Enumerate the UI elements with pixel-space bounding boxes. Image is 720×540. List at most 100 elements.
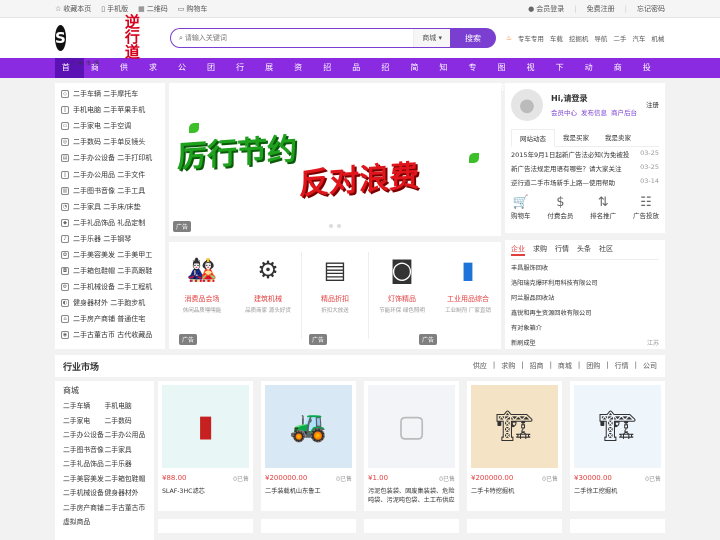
- market-category[interactable]: 二手箱包鞋帽: [105, 473, 147, 483]
- market-link[interactable]: 公司: [643, 361, 657, 371]
- tab-seller[interactable]: 我是卖家: [597, 129, 639, 146]
- market-link[interactable]: 求购: [501, 361, 515, 371]
- promo-item[interactable]: ▮ 工业用品综合 工业制剂 厂家直销: [435, 242, 501, 349]
- category-item[interactable]: ◇ 二手车辆 二手摩托车: [55, 86, 165, 102]
- tab-buyer[interactable]: 我是买家: [555, 129, 597, 146]
- product-card[interactable]: ▢ ¥1.00 0已售 污泥包装袋、固废集装袋、危险吨袋、污泥吨包袋、土工布供应: [364, 381, 459, 511]
- tab-market[interactable]: 行情: [555, 244, 569, 256]
- category-item[interactable]: ▤ 二手办公设备 二手打印机: [55, 150, 165, 166]
- market-category[interactable]: 二手美容美发: [63, 473, 105, 483]
- market-category[interactable]: 二手图书音像: [63, 444, 105, 454]
- news-item[interactable]: 逆行道二手市场新手上路—使用帮助 03-14: [511, 175, 659, 189]
- rank-promo-button[interactable]: ⇅ 排名推广: [590, 195, 616, 220]
- category-item[interactable]: ✿ 二手美容美发 二手美甲工: [55, 247, 165, 263]
- nav-item[interactable]: 简历: [404, 58, 433, 92]
- category-item[interactable]: ♪ 二手乐器 二手钢琴: [55, 231, 165, 247]
- info-item[interactable]: 有对象箱介: [511, 320, 659, 335]
- market-link[interactable]: 招商: [530, 361, 544, 371]
- market-category[interactable]: 虚拟商品: [63, 516, 105, 526]
- market-category[interactable]: 二手办公设备: [63, 429, 105, 439]
- market-link[interactable]: 供应: [473, 361, 487, 371]
- login-greeting[interactable]: Hi,请登录: [551, 93, 637, 104]
- category-item[interactable]: ◐ 健身器材外 二手跑步机: [55, 295, 165, 311]
- site-logo[interactable]: S 逆行道 二手市场: [55, 10, 165, 67]
- category-item[interactable]: ▯ 二手办公用品 二手文件: [55, 166, 165, 182]
- product-card[interactable]: [570, 519, 665, 533]
- product-card[interactable]: [158, 519, 253, 533]
- search-input[interactable]: [184, 34, 414, 42]
- market-category[interactable]: 二手古董古币: [105, 502, 147, 512]
- ad-placement-button[interactable]: ☷ 广告投放: [633, 195, 659, 220]
- register-link[interactable]: 免费注册: [587, 4, 615, 14]
- product-card[interactable]: 🏗 ¥200000.00 0已售 二手卡特挖掘机: [467, 381, 562, 511]
- info-item[interactable]: 鑫锐和再生资源回收有限公司: [511, 305, 659, 320]
- nav-item[interactable]: 资讯: [287, 58, 316, 92]
- promo-item[interactable]: ▤ 精品折扣 折扣大放送: [302, 242, 368, 349]
- market-link[interactable]: 团购: [586, 361, 600, 371]
- tab-site-news[interactable]: 网站动态: [511, 129, 555, 147]
- nav-item[interactable]: 团购: [200, 58, 229, 92]
- nav-item[interactable]: 招聘: [375, 58, 404, 92]
- promo-item[interactable]: ⚙ 建筑机械 品质商家 源头好货: [235, 242, 301, 349]
- banner-carousel[interactable]: 厉行节约 反对浪费 广告: [169, 83, 501, 236]
- paid-member-button[interactable]: $ 付费会员: [547, 195, 573, 220]
- nav-item[interactable]: 专题: [462, 58, 491, 92]
- hot-link[interactable]: 二手: [613, 33, 626, 43]
- nav-item[interactable]: 图库: [491, 58, 520, 92]
- hot-link[interactable]: 机械: [651, 33, 664, 43]
- forgot-password-link[interactable]: 忘记密码: [637, 4, 665, 14]
- tab-headline[interactable]: 头条: [577, 244, 591, 256]
- cart-button[interactable]: 🛒 购物车: [511, 195, 531, 220]
- product-card[interactable]: [467, 519, 562, 533]
- nav-item[interactable]: 动态: [578, 58, 607, 92]
- hot-link[interactable]: 汽车: [632, 33, 645, 43]
- product-card[interactable]: 🚜 ¥200000.00 0已售 二手装载机山东鲁工: [261, 381, 356, 511]
- merchant-admin-link[interactable]: 商户后台: [611, 107, 637, 117]
- market-category[interactable]: 二手数码: [105, 415, 147, 425]
- category-item[interactable]: ⌂ 二手房产商铺 普通住宅: [55, 311, 165, 327]
- promo-item[interactable]: 🎎 消费品会场 休闲品质嘿嘿能: [169, 242, 235, 349]
- carousel-dot[interactable]: [329, 224, 333, 228]
- market-category[interactable]: 手机电脑: [105, 400, 147, 410]
- nav-item[interactable]: 行情: [229, 58, 258, 92]
- nav-item[interactable]: 展会: [258, 58, 287, 92]
- hot-link[interactable]: 挖掘机: [569, 33, 589, 43]
- hot-link[interactable]: 导航: [594, 33, 607, 43]
- search-button[interactable]: 搜索: [450, 28, 496, 48]
- nav-item[interactable]: 品牌: [345, 58, 374, 92]
- product-card[interactable]: ▮ ¥88.00 0已售 SLAF-3HC滤芯: [158, 381, 253, 511]
- market-category[interactable]: 二手乐器: [105, 458, 147, 468]
- market-category[interactable]: 二手机械设备: [63, 487, 105, 497]
- nav-item[interactable]: 视频: [520, 58, 549, 92]
- hot-link[interactable]: 车载: [550, 33, 563, 43]
- promo-item[interactable]: ◙ 灯饰精品 节能环保 绿色照明: [369, 242, 435, 349]
- news-item[interactable]: 2015年9月1日起新广告法必知(为免被投诉…03-25: [511, 147, 659, 161]
- info-item[interactable]: 丰昌服饰回收: [511, 260, 659, 275]
- category-item[interactable]: ◆ 二手礼品饰品 礼品定制: [55, 215, 165, 231]
- login-link[interactable]: ● 会员登录: [528, 4, 564, 14]
- category-item[interactable]: ⚙ 二手机械设备 二手工程机: [55, 279, 165, 295]
- nav-item[interactable]: 投票: [636, 58, 665, 92]
- market-link[interactable]: 行情: [615, 361, 629, 371]
- category-item[interactable]: ◉ 二手古董古币 古代收藏品: [55, 327, 165, 343]
- carousel-dot[interactable]: [337, 224, 341, 228]
- nav-item[interactable]: 招商: [316, 58, 345, 92]
- market-category[interactable]: 二手礼品饰品: [63, 458, 105, 468]
- category-item[interactable]: ◘ 二手箱包鞋帽 二手高跟鞋: [55, 263, 165, 279]
- info-item[interactable]: 阿兰服品回收站: [511, 290, 659, 305]
- nav-item[interactable]: 下载: [549, 58, 578, 92]
- search-scope-select[interactable]: 商城 ▾: [413, 29, 450, 47]
- product-card[interactable]: [261, 519, 356, 533]
- tab-buy[interactable]: 求购: [533, 244, 547, 256]
- category-item[interactable]: ◔ 二手家具 二手床/床垫: [55, 199, 165, 215]
- news-item[interactable]: 新广告法规定用语有哪些？请大家关注 03-25: [511, 161, 659, 175]
- nav-item[interactable]: 知道: [433, 58, 462, 92]
- market-category[interactable]: 二手办公用品: [105, 429, 147, 439]
- register-link[interactable]: 注册: [646, 99, 659, 109]
- nav-item[interactable]: 商圈: [607, 58, 636, 92]
- product-card[interactable]: [364, 519, 459, 533]
- post-info-link[interactable]: 发布信息: [581, 107, 607, 117]
- market-category[interactable]: 二手家具: [105, 444, 147, 454]
- tab-company[interactable]: 企业: [511, 244, 525, 256]
- category-item[interactable]: ▥ 二手图书音像 二手工具: [55, 183, 165, 199]
